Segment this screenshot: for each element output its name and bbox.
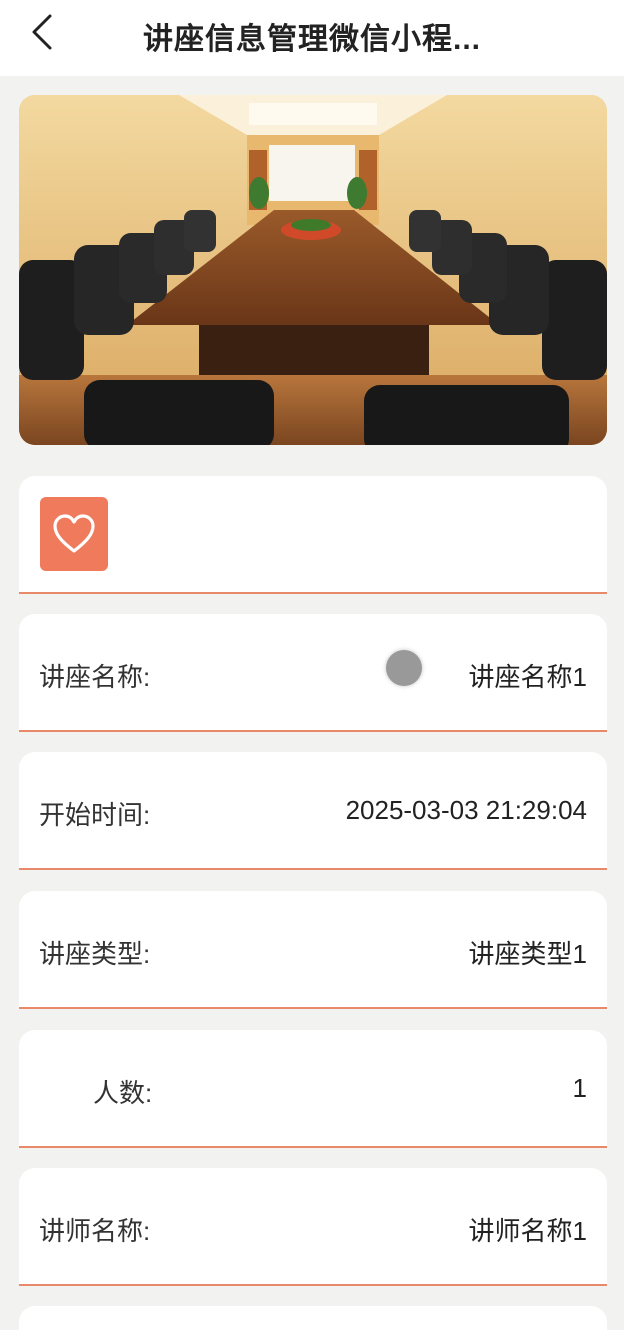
field-row-lecturer-name: 讲师名称: 讲师名称1 (19, 1168, 607, 1286)
field-label: 讲座名称: (39, 662, 151, 692)
favorite-button[interactable] (40, 497, 108, 571)
field-label: 人数: (93, 1078, 153, 1108)
field-value: 讲师名称1 (468, 1216, 587, 1246)
field-value: 1 (572, 1073, 587, 1103)
lecture-cover-image (19, 95, 607, 445)
page: 讲座信息管理微信小程... 讲座名称: 讲座名称1 开始时间: 2025-03-… (0, 0, 624, 1330)
field-value: 2025-03-03 21:29:04 (345, 795, 587, 825)
field-value: 讲座名称1 (468, 662, 587, 692)
field-value: 讲座类型1 (468, 939, 587, 969)
field-label: 开始时间: (39, 800, 151, 830)
field-row-lecture-type: 讲座类型: 讲座类型1 (19, 891, 607, 1009)
field-row-lecture-name: 讲座名称: 讲座名称1 (19, 614, 607, 732)
field-label: 讲师名称: (39, 1216, 151, 1246)
conference-room-photo (19, 95, 607, 445)
heart-icon (53, 514, 95, 553)
favorite-card (19, 476, 607, 594)
field-row-partial (19, 1306, 607, 1330)
page-title: 讲座信息管理微信小程... (142, 23, 481, 56)
field-row-attendees: 人数: 1 (19, 1030, 607, 1148)
nav-header: 讲座信息管理微信小程... (0, 0, 624, 76)
field-label: 讲座类型: (39, 939, 151, 969)
field-row-start-time: 开始时间: 2025-03-03 21:29:04 (19, 752, 607, 870)
status-dot-icon (386, 650, 422, 686)
